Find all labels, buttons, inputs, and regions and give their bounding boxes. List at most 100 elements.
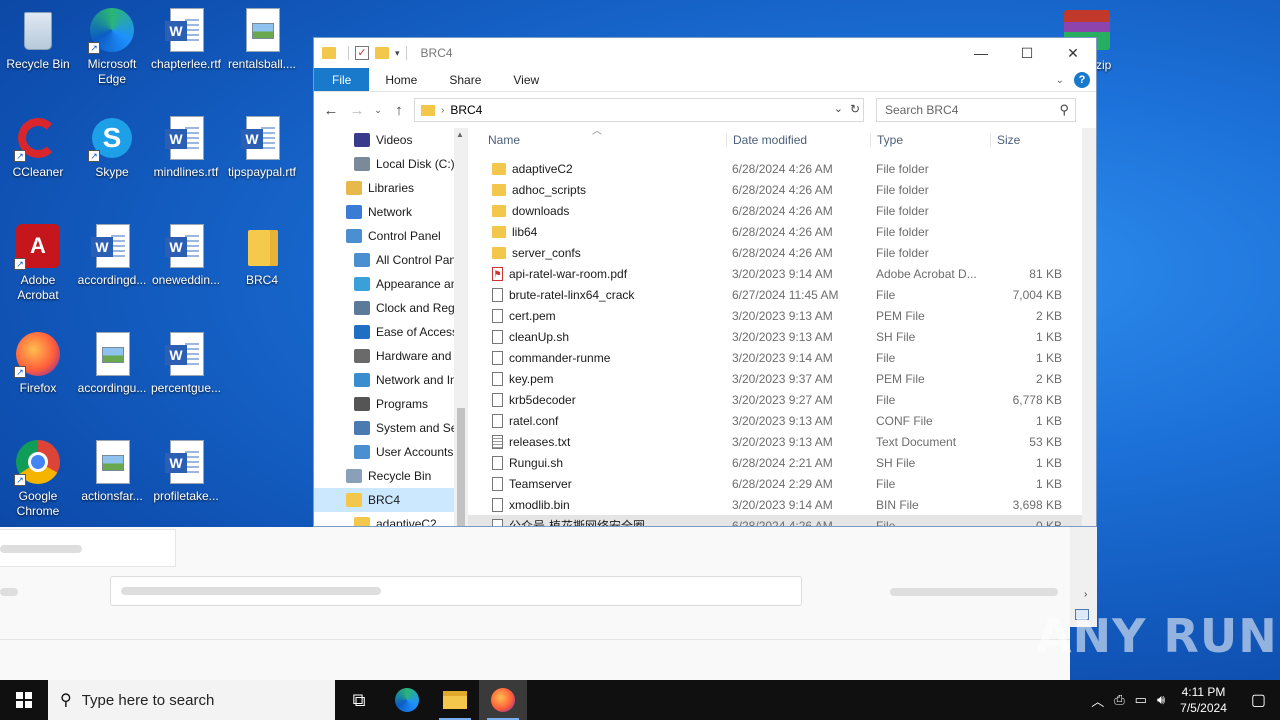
file-row[interactable]: 公众号-植花撕网络安全圈 6/28/2024 4:26 AM File 0 KB — [468, 515, 1096, 526]
start-button[interactable] — [0, 680, 48, 720]
desktop-icon[interactable]: Waccordingd... — [74, 222, 150, 288]
file-icon — [492, 413, 503, 428]
new-folder-icon[interactable] — [375, 47, 389, 59]
tab-share[interactable]: Share — [433, 68, 497, 91]
notifications-icon[interactable]: ▢ — [1237, 690, 1280, 710]
file-row[interactable]: brute-ratel-linx64_crack 6/27/2024 11:45 … — [468, 284, 1096, 305]
nav-item[interactable]: Recycle Bin — [314, 464, 468, 488]
column-date-modified[interactable]: Date modified — [726, 133, 870, 147]
nav-item[interactable]: Clock and Region — [314, 296, 468, 320]
file-row[interactable]: releases.txt 3/20/2023 9:13 AM Text Docume… — [468, 431, 1096, 452]
file-row[interactable]: Teamserver 6/28/2024 2:29 AM File 1 KB — [468, 473, 1096, 494]
nav-item[interactable]: BRC4 — [314, 488, 468, 512]
nav-item[interactable]: Libraries — [314, 176, 468, 200]
address-bar[interactable]: › BRC4 ⌄ ↻ — [414, 98, 864, 122]
desktop-icon[interactable]: ↗ CCleaner — [0, 114, 76, 180]
task-view-icon[interactable]: ⧉ — [335, 680, 383, 720]
breadcrumb[interactable]: BRC4 — [450, 103, 482, 117]
nav-item[interactable]: Network and Internet — [314, 368, 468, 392]
file-row[interactable]: krb5decoder 3/20/2023 9:27 AM File 6,778 KB — [468, 389, 1096, 410]
title-bar[interactable]: ✓ ▾ BRC4 — ☐ ✕ — [314, 38, 1096, 68]
expand-ribbon-icon[interactable]: ⌄ — [1056, 75, 1064, 86]
desktop-icon[interactable]: Wmindlines.rtf — [148, 114, 224, 180]
nav-item[interactable]: Appearance and Personalization — [314, 272, 468, 296]
maximize-button[interactable]: ☐ — [1004, 38, 1050, 68]
file-explorer-taskbar-icon[interactable] — [431, 680, 479, 720]
desktop-icon[interactable]: Woneweddin... — [148, 222, 224, 288]
file-explorer-window[interactable]: ✓ ▾ BRC4 — ☐ ✕ File Home Share View ⌄ ? … — [313, 37, 1097, 527]
file-row[interactable]: Rungui.sh 6/28/2024 2:21 AM SH File 1 KB — [468, 452, 1096, 473]
word-doc-icon: W — [88, 222, 136, 270]
file-row[interactable]: ratel.conf 3/20/2023 9:13 AM CONF File 1 KB — [468, 410, 1096, 431]
tab-view[interactable]: View — [497, 68, 555, 91]
nav-item[interactable]: adaptiveC2 — [314, 512, 468, 526]
file-row[interactable]: cert.pem 3/20/2023 9:13 AM PEM File 2 KB — [468, 305, 1096, 326]
file-row[interactable]: downloads 6/28/2024 4:26 AM File folder — [468, 200, 1096, 221]
scroll-right-icon[interactable]: › — [1084, 589, 1087, 600]
forward-button[interactable]: → — [346, 102, 368, 119]
up-button[interactable]: ↑ — [388, 102, 410, 119]
nav-scrollbar[interactable]: ▲ — [454, 128, 468, 526]
desktop-icon[interactable]: Wchapterlee.rtf — [148, 6, 224, 72]
nav-item[interactable]: System and Security — [314, 416, 468, 440]
desktop-icon[interactable]: A ↗ Adobe Acrobat — [0, 222, 76, 303]
edge-taskbar-icon[interactable] — [383, 680, 431, 720]
file-row[interactable]: ⚑ api-ratel-war-room.pdf 3/20/2023 9:14 AM… — [468, 263, 1096, 284]
meet-now-icon[interactable]: ⎙ — [1109, 692, 1129, 708]
file-row[interactable]: adaptiveC2 6/28/2024 4:26 AM File folder — [468, 158, 1096, 179]
desktop-icon[interactable]: ↗ Firefox — [0, 330, 76, 396]
file-date: 3/20/2023 9:27 AM — [732, 392, 833, 407]
taskbar-search[interactable]: ⚲ Type here to search — [48, 680, 335, 720]
file-row[interactable]: key.pem 3/20/2023 9:37 AM PEM File 2 KB — [468, 368, 1096, 389]
desktop-icon[interactable]: actionsfar... — [74, 438, 150, 504]
nav-item[interactable]: Ease of Access — [314, 320, 468, 344]
navigation-pane[interactable]: Videos Local Disk (C:) Libraries Network Con… — [314, 128, 468, 526]
nav-item[interactable]: Hardware and Sound — [314, 344, 468, 368]
help-icon[interactable]: ? — [1074, 72, 1090, 88]
close-button[interactable]: ✕ — [1050, 38, 1096, 68]
refresh-icon[interactable]: ↻ — [850, 102, 860, 116]
column-size[interactable]: Size — [990, 133, 1068, 147]
nav-item[interactable]: Programs — [314, 392, 468, 416]
tab-home[interactable]: Home — [369, 68, 433, 91]
firefox-taskbar-icon[interactable] — [479, 680, 527, 720]
file-row[interactable]: commander-runme 3/20/2023 9:14 AM File 1 KB — [468, 347, 1096, 368]
file-row[interactable]: cleanUp.sh 3/20/2023 9:13 AM SH File 1 KB — [468, 326, 1096, 347]
nav-item[interactable]: Videos — [314, 128, 468, 152]
tab-file[interactable]: File — [314, 68, 370, 91]
file-list-scrollbar[interactable] — [1082, 128, 1096, 526]
nav-item[interactable]: User Accounts — [314, 440, 468, 464]
properties-icon[interactable]: ✓ — [355, 46, 369, 60]
quick-access-dropdown-icon[interactable]: ▾ — [395, 48, 400, 59]
desktop-icon[interactable]: Recycle Bin — [0, 6, 76, 72]
search-input[interactable]: Search BRC4 ⚲ — [876, 98, 1076, 122]
network-icon[interactable]: ▭ — [1130, 692, 1152, 708]
volume-icon[interactable]: 🔊︎ — [1152, 692, 1170, 708]
nav-item[interactable]: Local Disk (C:) — [314, 152, 468, 176]
recent-locations-icon[interactable]: ⌄ — [372, 105, 384, 116]
desktop-icon[interactable]: rentalsball.... — [224, 6, 300, 72]
desktop-icon[interactable]: Wpercentgue... — [148, 330, 224, 396]
file-row[interactable]: xmodlib.bin 3/20/2023 9:14 AM BIN File 3,69… — [468, 494, 1096, 515]
desktop-icon[interactable]: S ↗ Skype — [74, 114, 150, 180]
nav-item[interactable]: Control Panel — [314, 224, 468, 248]
scroll-up-icon[interactable]: ▲ — [456, 130, 464, 139]
file-row[interactable]: adhoc_scripts 6/28/2024 4:26 AM File folde… — [468, 179, 1096, 200]
desktop-icon[interactable]: Wtipspaypal.rtf — [224, 114, 300, 180]
desktop-icon[interactable]: accordingu... — [74, 330, 150, 396]
desktop-icon[interactable]: ↗ Microsoft Edge — [74, 6, 150, 87]
desktop-icon[interactable]: BRC4 — [224, 222, 300, 288]
clock[interactable]: 4:11 PM 7/5/2024 — [1170, 684, 1237, 716]
scroll-thumb[interactable] — [457, 408, 465, 526]
back-button[interactable]: ← — [320, 102, 342, 119]
column-type[interactable]: Type — [870, 133, 990, 147]
address-dropdown-icon[interactable]: ⌄ — [834, 102, 843, 115]
minimize-button[interactable]: — — [958, 38, 1004, 68]
nav-item[interactable]: Network — [314, 200, 468, 224]
desktop-icon[interactable]: Wprofiletake... — [148, 438, 224, 504]
desktop-icon[interactable]: ↗ Google Chrome — [0, 438, 76, 519]
file-row[interactable]: server_confs 6/28/2024 4:26 AM File folder — [468, 242, 1096, 263]
file-row[interactable]: lib64 6/28/2024 4:26 AM File folder — [468, 221, 1096, 242]
show-hidden-icons-icon[interactable]: ︿ — [1086, 691, 1109, 710]
nav-item[interactable]: All Control Panel Items — [314, 248, 468, 272]
